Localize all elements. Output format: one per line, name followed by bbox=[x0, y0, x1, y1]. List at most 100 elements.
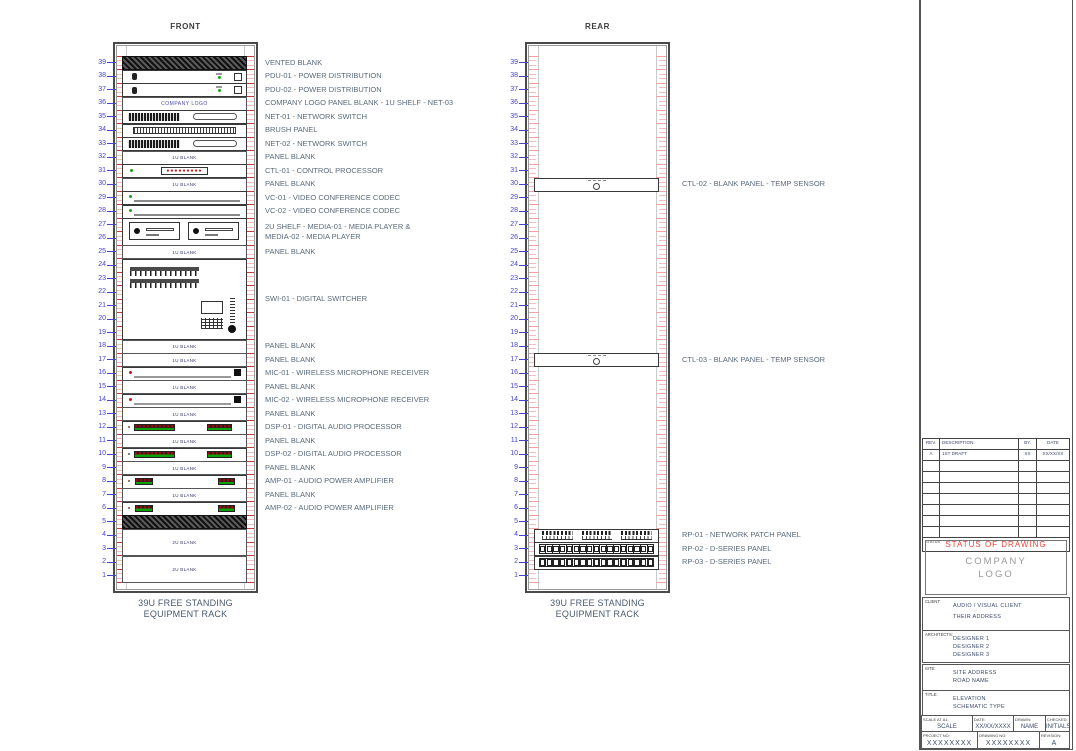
unit-number-tick bbox=[519, 292, 528, 293]
equipment-label: PANEL BLANK bbox=[265, 409, 315, 419]
rail-hole-tick bbox=[529, 308, 536, 309]
unit-number-tick bbox=[519, 413, 528, 414]
rack-unit-blank2: 2U BLANK bbox=[122, 529, 247, 557]
unit-number-tick bbox=[107, 278, 116, 279]
rail-hole-tick bbox=[529, 168, 536, 169]
rail-hole-tick bbox=[659, 128, 666, 129]
unit-number-tick bbox=[107, 89, 116, 90]
rack-unit-panel: 1U BLANK bbox=[122, 461, 247, 475]
unit-number-tick bbox=[519, 332, 528, 333]
connector-hole bbox=[574, 546, 579, 552]
rail-hole-tick bbox=[529, 249, 536, 250]
rail-hole-tick bbox=[656, 434, 666, 435]
unit-number: 4 bbox=[88, 531, 106, 538]
unit-number-tick bbox=[519, 224, 528, 225]
d-series-connector bbox=[634, 559, 641, 566]
connector-hole bbox=[553, 559, 558, 565]
unit-number: 38 bbox=[500, 72, 518, 79]
rail-hole-tick bbox=[659, 564, 666, 565]
equipment-label: PANEL BLANK bbox=[265, 490, 315, 500]
rack-unit-net-01 bbox=[122, 110, 247, 124]
button-grid bbox=[201, 318, 223, 328]
unit-number-tick bbox=[107, 103, 116, 104]
unit-number: 36 bbox=[500, 99, 518, 106]
unit-number: 5 bbox=[88, 518, 106, 525]
unit-number-tick bbox=[519, 170, 528, 171]
rail-hole-tick bbox=[659, 249, 666, 250]
rail-hole-tick bbox=[656, 515, 666, 516]
rail-hole-tick bbox=[659, 443, 666, 444]
rail-hole-tick bbox=[247, 60, 254, 61]
rack-unit-panel: 1U BLANK bbox=[122, 380, 247, 394]
rail-hole-tick bbox=[247, 213, 254, 214]
unit-number-tick bbox=[107, 62, 116, 63]
rail-hole-tick bbox=[529, 128, 536, 129]
rail-hole-tick bbox=[656, 218, 666, 219]
equipment-label: AMP-02 - AUDIO POWER AMPLIFIER bbox=[265, 503, 394, 513]
rail-hole-tick bbox=[529, 510, 536, 511]
d-series-connector bbox=[641, 545, 648, 552]
unit-number-tick bbox=[519, 535, 528, 536]
d-series-connector bbox=[621, 545, 628, 552]
unit-number-tick bbox=[107, 332, 116, 333]
connector-hole bbox=[547, 559, 552, 565]
rail-hole-tick bbox=[659, 141, 666, 142]
rail-hole-tick bbox=[247, 119, 254, 120]
equipment-label: MIC-02 - WIRELESS MICROPHONE RECEIVER bbox=[265, 395, 429, 405]
rail-hole-tick bbox=[529, 398, 536, 399]
rail-hole-tick bbox=[656, 380, 666, 381]
rail-hole-tick bbox=[659, 236, 666, 237]
rail-hole-tick bbox=[529, 240, 536, 241]
patch-group bbox=[542, 531, 573, 540]
equipment-label: BRUSH PANEL bbox=[265, 125, 317, 135]
rail-hole-tick bbox=[247, 452, 254, 453]
power-led bbox=[129, 195, 132, 198]
rail-hole-tick bbox=[659, 155, 666, 156]
rail-hole-tick bbox=[529, 443, 536, 444]
company-logo: COMPANY LOGO bbox=[925, 540, 1067, 595]
rail-hole-tick bbox=[247, 195, 254, 196]
rail-hole-tick bbox=[247, 560, 254, 561]
patch-group bbox=[582, 531, 613, 540]
d-series-connector bbox=[560, 559, 567, 566]
rail-hole-tick bbox=[247, 141, 254, 142]
rail-hole-tick bbox=[247, 74, 254, 75]
breaker-switch bbox=[234, 73, 242, 81]
site-address: SITE ADDRESS bbox=[953, 669, 997, 677]
rf-led bbox=[129, 371, 132, 374]
connector-hole bbox=[560, 559, 565, 565]
rail-hole-tick bbox=[656, 312, 666, 313]
connector-hole bbox=[560, 546, 565, 552]
rail-hole-tick bbox=[659, 411, 666, 412]
unit-number: 2 bbox=[500, 558, 518, 565]
rack-unit-panel: 1U BLANK bbox=[122, 178, 247, 192]
rail-hole-tick bbox=[247, 168, 254, 169]
rail-hole-tick bbox=[656, 245, 666, 246]
connector-hole bbox=[540, 559, 545, 565]
unit-number: 4 bbox=[500, 531, 518, 538]
meter-block bbox=[134, 451, 175, 458]
rail-hole-tick bbox=[247, 443, 254, 444]
rail-hole-tick bbox=[247, 249, 254, 250]
connector-hole bbox=[567, 546, 572, 552]
rail-hole-tick bbox=[529, 123, 539, 124]
unit-number: 28 bbox=[88, 207, 106, 214]
rack-unit-swi-01 bbox=[122, 259, 247, 341]
rail-hole-tick bbox=[529, 380, 539, 381]
unit-number: 13 bbox=[88, 410, 106, 417]
rack-unit-vented bbox=[122, 515, 247, 529]
unit-number-tick bbox=[107, 359, 116, 360]
rack-unit-amp-02 bbox=[122, 502, 247, 516]
rail-hole-tick bbox=[659, 317, 666, 318]
rail-hole-tick bbox=[659, 330, 666, 331]
rail-hole-tick bbox=[529, 119, 536, 120]
rail-hole-tick bbox=[529, 438, 536, 439]
caption-line: 39U FREE STANDING bbox=[525, 598, 670, 609]
revision-table: REV. DESCRIPTION BY. DATE A 1ST DRAFT XX… bbox=[922, 438, 1070, 552]
rail-hole-tick bbox=[247, 371, 254, 372]
rack-unit-vented bbox=[122, 56, 247, 70]
unit-number: 12 bbox=[500, 423, 518, 430]
disc-slot bbox=[146, 228, 174, 231]
rail-hole-tick bbox=[529, 420, 539, 421]
unit-number-tick bbox=[107, 454, 116, 455]
